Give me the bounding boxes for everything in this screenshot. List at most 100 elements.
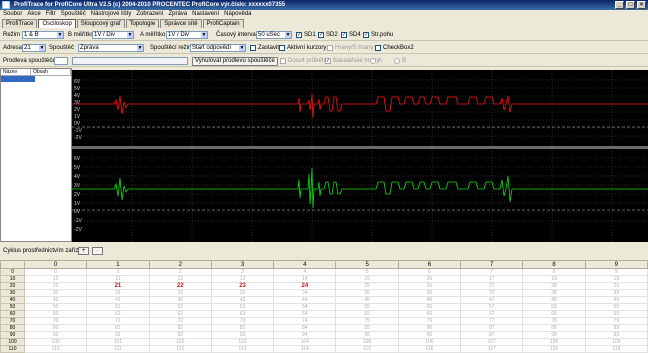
address-cell[interactable]: 69: [584, 310, 648, 318]
address-cell[interactable]: 103: [210, 338, 275, 346]
address-cell[interactable]: 108: [522, 338, 586, 346]
tab-spravce-site[interactable]: Správce sítě: [160, 19, 202, 28]
address-cell[interactable]: 26: [397, 282, 462, 290]
address-cell[interactable]: 23: [210, 282, 275, 290]
address-cell[interactable]: 47: [460, 296, 524, 304]
prodleva-slider[interactable]: [72, 57, 188, 65]
address-cell[interactable]: 66: [397, 310, 462, 318]
address-cell[interactable]: 70: [23, 317, 88, 325]
table-row[interactable]: 50 50 51 52 53 54 55 56 57 58 59: [0, 303, 648, 311]
address-cell[interactable]: 18: [522, 275, 586, 283]
address-cell[interactable]: 22: [148, 282, 212, 290]
radio-a[interactable]: [370, 58, 376, 64]
table-col-5[interactable]: 5: [335, 260, 399, 269]
address-cell[interactable]: 20: [23, 282, 88, 290]
address-cell[interactable]: 11: [86, 275, 150, 283]
dosvit-checkbox[interactable]: [280, 58, 286, 64]
sd1-checkbox[interactable]: ✓: [296, 32, 302, 38]
address-cell[interactable]: 15: [335, 275, 399, 283]
table-row[interactable]: 10 10 11 12 13 14 15 16 17 18 19: [0, 275, 648, 283]
address-cell[interactable]: 25: [335, 282, 399, 290]
address-cell[interactable]: 92: [148, 331, 212, 339]
address-cell[interactable]: 63: [210, 310, 275, 318]
address-cell[interactable]: 91: [86, 331, 150, 339]
address-cell[interactable]: 76: [397, 317, 462, 325]
address-cell[interactable]: 72: [148, 317, 212, 325]
menu-napoveda[interactable]: Nápověda: [224, 10, 251, 19]
address-cell[interactable]: 8: [522, 268, 586, 276]
table-row[interactable]: 30 30 31 32 33 34 35 36 37 38 39: [0, 289, 648, 297]
address-cell[interactable]: 60: [23, 310, 88, 318]
address-cell[interactable]: 1: [86, 268, 150, 276]
table-row[interactable]: 80 80 81 82 83 84 85 86 87 88 89: [0, 324, 648, 332]
address-cell[interactable]: 54: [273, 303, 337, 311]
address-cell[interactable]: 4: [273, 268, 337, 276]
close-button[interactable]: ×: [637, 1, 646, 9]
address-cell[interactable]: 28: [522, 282, 586, 290]
address-cell[interactable]: 10: [23, 275, 88, 283]
table-row[interactable]: 40 40 41 42 43 44 45 46 47 48 49: [0, 296, 648, 304]
address-cell[interactable]: 32: [148, 289, 212, 297]
address-cell[interactable]: 100: [23, 338, 88, 346]
tab-sloupcovy-graf[interactable]: Sloupcový graf: [76, 19, 125, 28]
tab-topologie[interactable]: Topologie: [125, 19, 160, 28]
address-cell[interactable]: 3: [210, 268, 275, 276]
address-cell[interactable]: 41: [86, 296, 150, 304]
address-cell[interactable]: 80: [23, 324, 88, 332]
address-cell[interactable]: 89: [584, 324, 648, 332]
a-meritko-select[interactable]: 1V / Div ▼: [166, 31, 208, 39]
minimize-button[interactable]: _: [615, 1, 624, 9]
address-cell[interactable]: 2: [148, 268, 212, 276]
address-cell[interactable]: 65: [335, 310, 399, 318]
channel-divider[interactable]: [72, 146, 648, 149]
sd4-checkbox[interactable]: ✓: [341, 32, 347, 38]
address-cell[interactable]: 115: [335, 345, 399, 353]
menu-zobrazeni[interactable]: Zobrazení: [136, 10, 163, 19]
table-col-6[interactable]: 6: [397, 260, 462, 269]
address-cell[interactable]: 119: [584, 345, 648, 353]
oscilloscope-display[interactable]: 6V 5V 4V 3V 2V 1V 0V -1V -2V 6V 5V 4V 3V…: [72, 70, 648, 242]
selected-row[interactable]: [1, 76, 35, 82]
table-col-8[interactable]: 8: [522, 260, 586, 269]
address-cell[interactable]: 68: [522, 310, 586, 318]
address-cell[interactable]: 29: [584, 282, 648, 290]
address-cell[interactable]: 31: [86, 289, 150, 297]
column-nazev[interactable]: Název: [1, 69, 31, 75]
table-row[interactable]: 100 100 101 102 103 104 105 106 107 108 109: [0, 338, 648, 346]
table-col-1[interactable]: 1: [86, 260, 150, 269]
vynulovat-prodlevu-button[interactable]: Vynulovat prodlevu spouštěče: [192, 57, 278, 66]
b-meritko-select[interactable]: 1V / Div ▼: [92, 31, 134, 39]
address-cell[interactable]: 27: [460, 282, 524, 290]
tab-proficaptain[interactable]: ProfiCaptain: [202, 19, 244, 28]
address-cell[interactable]: 94: [273, 331, 337, 339]
address-cell[interactable]: 53: [210, 303, 275, 311]
address-cell[interactable]: 40: [23, 296, 88, 304]
address-cell[interactable]: 97: [460, 331, 524, 339]
table-row[interactable]: 110 110 111 112 113 114 115 116 117 118 119: [0, 345, 648, 353]
address-cell[interactable]: 30: [23, 289, 88, 297]
checkbox2[interactable]: [375, 45, 381, 51]
tab-profitrace[interactable]: ProfiTrace: [2, 19, 38, 28]
radio-b[interactable]: [394, 58, 400, 64]
menu-soubor[interactable]: Soubor: [3, 10, 22, 19]
address-cell[interactable]: 116: [397, 345, 462, 353]
address-cell[interactable]: 55: [335, 303, 399, 311]
address-cell[interactable]: 33: [210, 289, 275, 297]
address-cell[interactable]: 79: [584, 317, 648, 325]
address-cell[interactable]: 104: [273, 338, 337, 346]
address-cell[interactable]: 51: [86, 303, 150, 311]
address-cell[interactable]: 62: [148, 310, 212, 318]
address-cell[interactable]: 105: [335, 338, 399, 346]
table-col-9[interactable]: 9: [584, 260, 648, 269]
address-cell[interactable]: 45: [335, 296, 399, 304]
str-pohu-checkbox[interactable]: ✓: [363, 32, 369, 38]
address-cell[interactable]: 99: [584, 331, 648, 339]
table-col-2[interactable]: 2: [148, 260, 212, 269]
address-cell[interactable]: 111: [86, 345, 150, 353]
address-cell[interactable]: 48: [522, 296, 586, 304]
address-cell[interactable]: 84: [273, 324, 337, 332]
bakalarske-hrany-checkbox[interactable]: ✓: [325, 58, 331, 64]
address-cell[interactable]: 77: [460, 317, 524, 325]
address-cell[interactable]: 85: [335, 324, 399, 332]
address-cell[interactable]: 88: [522, 324, 586, 332]
